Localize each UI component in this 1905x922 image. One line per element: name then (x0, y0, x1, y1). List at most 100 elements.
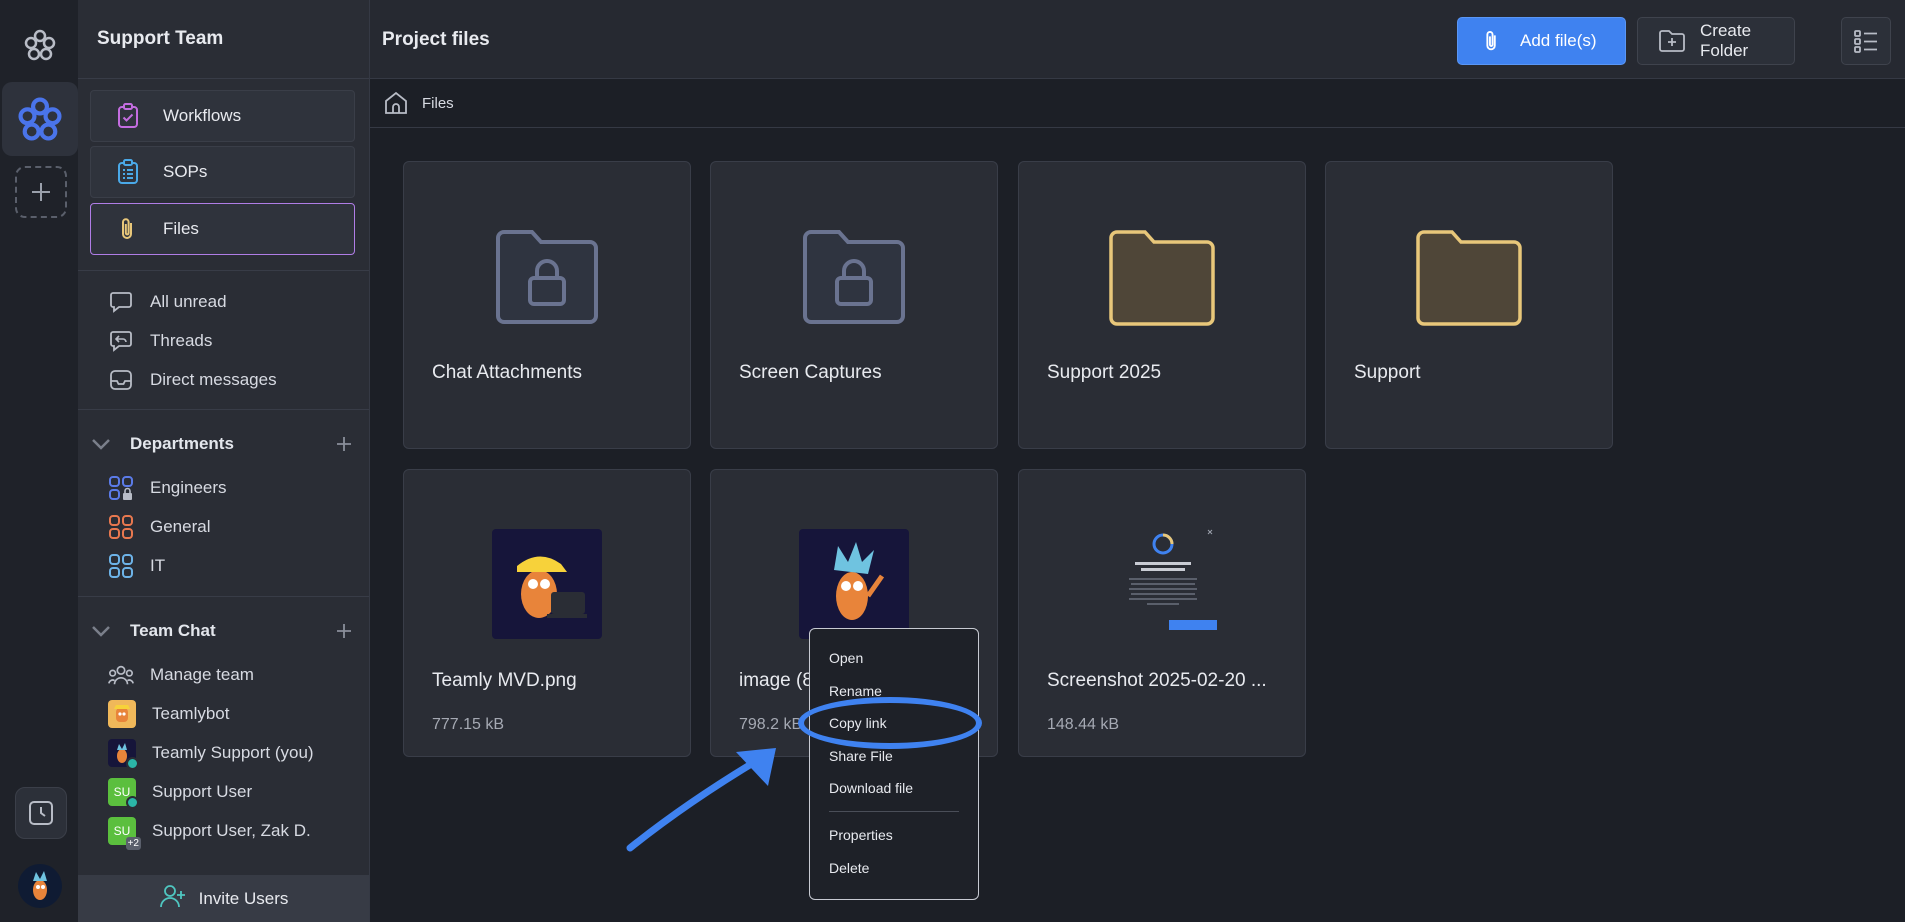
nav-label: SOPs (163, 162, 208, 181)
folder-card[interactable]: Screen Captures (710, 161, 998, 449)
folder-name: Support 2025 (1047, 362, 1162, 383)
sidebar-item-label: Support User, Zak D. (152, 821, 311, 840)
file-name: Teamly MVD.png (432, 670, 577, 691)
sidebar-item-group-chat[interactable]: SU +2 Support User, Zak D. (108, 816, 311, 850)
file-size: 148.44 kB (1047, 716, 1120, 733)
divider (78, 596, 369, 597)
file-name: Screenshot 2025-02-20 ... (1047, 670, 1267, 691)
invite-users-button[interactable]: Invite Users (78, 875, 369, 922)
chevron-down-icon (90, 620, 112, 642)
department-grid-icon (108, 514, 134, 540)
user-avatar (108, 739, 139, 770)
history-clock-icon[interactable] (15, 787, 67, 839)
nav-label: Workflows (163, 106, 242, 125)
paperclip-icon (113, 214, 143, 244)
create-folder-button[interactable]: Create Folder (1637, 17, 1795, 65)
file-card[interactable]: Screenshot 2025-02-20 ... 148.44 kB (1018, 469, 1306, 757)
sidebar-item-support-user[interactable]: SU Support User (108, 777, 252, 809)
section-title: Team Chat (130, 621, 216, 640)
sidebar-item-label: Threads (150, 331, 213, 350)
online-status-dot (126, 796, 139, 809)
file-context-menu: Open Rename Copy link Share File Downloa… (809, 628, 979, 900)
sidebar-item-label: Engineers (150, 478, 227, 497)
sidebar-item-it[interactable]: IT (108, 551, 165, 581)
locked-folder-icon (801, 228, 907, 326)
department-grid-icon (108, 475, 134, 501)
folder-name: Chat Attachments (432, 362, 582, 383)
nav-sops[interactable]: SOPs (90, 146, 355, 198)
menu-item-properties[interactable]: Properties (829, 827, 893, 843)
folder-name: Support (1354, 362, 1421, 383)
image-thumbnail (799, 529, 909, 639)
sidebar-item-label: All unread (150, 292, 227, 311)
menu-item-share-file[interactable]: Share File (829, 748, 893, 764)
page-header: Project files Add file(s) Create Folder (370, 0, 1905, 79)
section-departments[interactable]: Departments (90, 429, 355, 459)
menu-item-delete[interactable]: Delete (829, 860, 869, 876)
file-size: 798.2 kB (739, 716, 803, 733)
divider (78, 270, 369, 271)
menu-divider (829, 811, 959, 812)
annotation-arrow-icon (626, 748, 776, 852)
sidebar-item-manage-team[interactable]: Manage team (108, 660, 254, 690)
chevron-down-icon (90, 433, 112, 455)
teamlybot-avatar (108, 700, 136, 728)
team-people-icon (108, 662, 134, 688)
workspace-support-team[interactable] (2, 82, 78, 156)
app-logo-icon[interactable] (15, 20, 65, 70)
folder-card[interactable]: Support 2025 (1018, 161, 1306, 449)
add-files-button[interactable]: Add file(s) (1457, 17, 1626, 65)
divider (78, 409, 369, 410)
inbox-icon (108, 367, 134, 393)
section-team-chat[interactable]: Team Chat (90, 616, 355, 646)
group-avatar: SU +2 (108, 817, 141, 850)
nav-workflows[interactable]: Workflows (90, 90, 355, 142)
create-folder-label: Create Folder (1700, 21, 1752, 60)
sidebar-item-direct-messages[interactable]: Direct messages (108, 365, 277, 395)
sidebar-item-all-unread[interactable]: All unread (108, 287, 227, 317)
menu-item-open[interactable]: Open (829, 650, 863, 666)
sidebar-item-label: IT (150, 556, 166, 575)
threads-icon (108, 328, 134, 354)
sidebar-item-engineers[interactable]: Engineers (108, 473, 227, 503)
file-card[interactable]: Teamly MVD.png 777.15 kB (403, 469, 691, 757)
team-name: Support Team (97, 28, 224, 49)
chat-bubble-icon (108, 289, 134, 315)
online-status-dot (126, 757, 139, 770)
sidebar-item-label: Teamlybot (152, 704, 230, 723)
add-user-icon (159, 883, 187, 914)
department-grid-icon (108, 553, 134, 579)
sidebar-item-threads[interactable]: Threads (108, 326, 212, 356)
clipboard-check-icon (113, 101, 143, 131)
menu-item-download-file[interactable]: Download file (829, 780, 913, 796)
user-avatar: SU (108, 778, 139, 809)
folder-plus-icon (1658, 27, 1686, 55)
folder-card[interactable]: Chat Attachments (403, 161, 691, 449)
highlight-ellipse (798, 697, 982, 749)
sidebar-item-label: Teamly Support (you) (152, 743, 314, 762)
nav-files[interactable]: Files (90, 203, 355, 255)
user-avatar[interactable] (18, 864, 62, 908)
breadcrumb: Files (370, 79, 1905, 128)
sidebar-item-general[interactable]: General (108, 512, 210, 542)
sidebar-item-label: General (150, 517, 211, 536)
image-thumbnail (492, 529, 602, 639)
add-chat-icon[interactable] (333, 620, 355, 642)
breadcrumb-current[interactable]: Files (422, 95, 454, 112)
sidebar-item-label: Manage team (150, 665, 254, 684)
sidebar-item-teamlybot[interactable]: Teamlybot (108, 699, 229, 729)
folder-icon (1107, 228, 1217, 328)
folder-card[interactable]: Support (1325, 161, 1613, 449)
add-files-label: Add file(s) (1520, 31, 1597, 50)
sidebar-item-teamly-support[interactable]: Teamly Support (you) (108, 738, 314, 770)
add-workspace-button[interactable] (15, 166, 67, 218)
add-department-icon[interactable] (333, 433, 355, 455)
screenshot-thumbnail (1107, 520, 1217, 650)
nav-label: Files (163, 219, 199, 238)
clipboard-list-icon (113, 157, 143, 187)
home-icon[interactable] (382, 89, 410, 117)
list-view-icon[interactable] (1841, 17, 1891, 65)
workspace-rail (0, 0, 79, 922)
invite-users-label: Invite Users (198, 888, 289, 908)
paperclip-icon (1478, 27, 1506, 55)
